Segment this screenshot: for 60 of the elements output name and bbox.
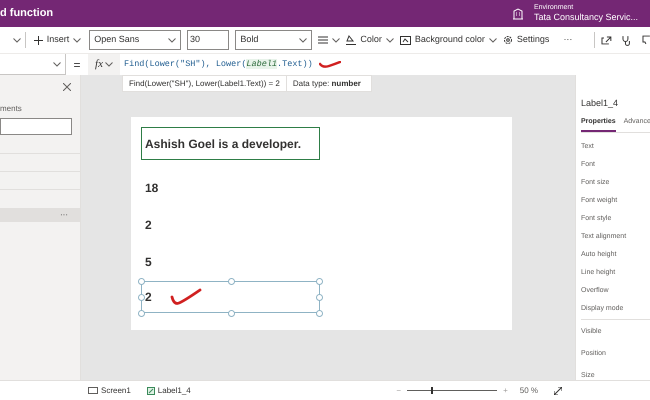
resize-handle[interactable] — [138, 294, 145, 301]
chevron-down-icon — [332, 38, 340, 42]
screen-breadcrumb[interactable]: Screen1 — [88, 384, 131, 396]
background-icon — [400, 36, 411, 44]
insert-button[interactable]: Insert — [32, 33, 84, 47]
building-icon — [512, 8, 524, 20]
search-label: ments — [0, 103, 23, 115]
resize-handle[interactable] — [316, 278, 323, 285]
more-options[interactable]: ··· — [60, 209, 68, 221]
zoom-reading: 50 % — [520, 384, 538, 396]
resize-handle[interactable] — [138, 310, 145, 317]
resize-handle[interactable] — [316, 310, 323, 317]
resize-handle[interactable] — [228, 310, 235, 317]
close-icon[interactable] — [63, 83, 71, 91]
share-icon[interactable] — [601, 35, 612, 45]
fx-button[interactable]: fx — [88, 54, 120, 75]
chevron-down-icon — [12, 38, 21, 42]
align-button[interactable] — [318, 36, 340, 44]
control-name: Label1_4 — [581, 97, 620, 110]
chevron-down-icon — [299, 38, 308, 42]
text-label[interactable]: 18 — [141, 170, 320, 206]
checkmark-drawing — [170, 288, 202, 306]
control-breadcrumb[interactable]: Label1_4 — [146, 384, 191, 396]
expand-icon[interactable] — [554, 386, 562, 394]
formula-result: Find(Lower("SH"), Lower(Label1.Text)) = 2 — [123, 76, 287, 91]
settings-icon — [502, 35, 513, 45]
align-icon — [318, 36, 328, 44]
zoom-thumb[interactable] — [431, 387, 434, 394]
chevron-down-icon — [73, 38, 82, 42]
chevron-down-icon — [488, 38, 497, 42]
font-dropdown[interactable]: Open Sans — [89, 30, 181, 50]
more-button[interactable]: ··· — [555, 33, 580, 47]
tree-item[interactable]: ··· — [0, 208, 80, 222]
label-icon — [146, 386, 155, 394]
formula-text[interactable]: Find(Lower("SH"), Lower(Label1.Text)) — [124, 58, 313, 71]
stethoscope-icon[interactable] — [622, 34, 632, 46]
plus-icon — [34, 36, 43, 44]
chevron-down-icon — [386, 38, 394, 42]
data-type-info: Data type: number — [292, 78, 362, 90]
font-size-field[interactable]: 30 — [186, 30, 230, 50]
search-field[interactable] — [0, 118, 72, 135]
chevron-down-icon — [53, 62, 61, 66]
screen-icon — [88, 387, 98, 394]
text-label[interactable]: 2 — [141, 206, 320, 243]
resize-handle[interactable] — [138, 278, 145, 285]
settings-button[interactable]: Settings — [502, 33, 550, 47]
text-label[interactable]: Ashish Goel is a developer. — [141, 127, 320, 160]
environment-name[interactable]: Tata Consultancy Servic... — [534, 12, 638, 24]
app-title: d function — [0, 6, 54, 22]
zoom-slider[interactable] — [407, 387, 498, 394]
background-color-button[interactable]: Background color — [400, 33, 497, 47]
text-label[interactable]: 5 — [141, 243, 320, 281]
chevron-down-icon — [104, 62, 113, 67]
chevron-down-icon — [168, 38, 176, 42]
font-weight-dropdown[interactable]: Bold — [235, 30, 312, 50]
equals-sign: = — [72, 56, 82, 74]
checkmark-drawing — [318, 60, 341, 68]
resize-handle[interactable] — [316, 294, 323, 301]
resize-handle[interactable] — [228, 278, 235, 285]
color-button[interactable]: Color — [346, 33, 394, 47]
